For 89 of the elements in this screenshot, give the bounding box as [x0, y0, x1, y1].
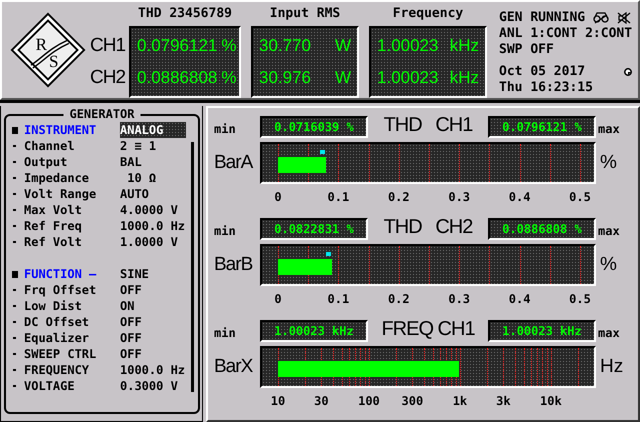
- tick-label: 0.4: [508, 190, 530, 204]
- max-readout: 0.0796121 %: [488, 116, 596, 138]
- tick-label: 0.2: [388, 292, 410, 306]
- time-text: Thu 16:23:15: [499, 80, 594, 96]
- parameter-value[interactable]: 1.0000 V: [120, 234, 182, 250]
- min-readout: 0.0822831 %: [260, 218, 368, 240]
- tick-label: 0.4: [508, 292, 530, 306]
- parameter-value[interactable]: OFF: [120, 330, 146, 346]
- readout-value: 30.770 W: [259, 35, 352, 57]
- status-text: ANL 1:CONT 2:CONT: [499, 26, 634, 42]
- bar-name: BarX: [214, 355, 254, 379]
- parameter-label: Ref Volt: [24, 234, 83, 250]
- parameter-label: Volt Range: [24, 186, 98, 202]
- min-readout: 0.0716039 %: [260, 116, 368, 138]
- date-text: Oct 05 2017: [499, 64, 586, 80]
- channel-label: CH1: [90, 34, 126, 58]
- readout-value: 30.976 W: [259, 67, 352, 89]
- parameter-label: Ref Freq: [24, 218, 83, 234]
- readout-value: 0.0886808 %: [137, 67, 234, 89]
- readout-value: 0.0796121 %: [137, 35, 234, 57]
- bar-name: BarA: [214, 151, 254, 175]
- tick-label: 0.5: [569, 292, 591, 306]
- parameter-label: Impedance: [24, 170, 90, 186]
- tick-label: 0: [274, 190, 282, 204]
- parameter-value[interactable]: 0.3000 V: [120, 378, 182, 394]
- readout-value: 1.00023 kHz: [377, 67, 480, 89]
- tick-label: 0.3: [448, 292, 470, 306]
- parameter-value[interactable]: ANALOG: [120, 122, 186, 138]
- readout-title: THD 23456789: [137, 5, 233, 23]
- parameter-label: INSTRUMENT: [24, 122, 98, 138]
- parameter-value[interactable]: BAL: [120, 154, 146, 170]
- parameter-label: Max Volt: [24, 202, 83, 218]
- parameter-value[interactable]: ON: [120, 298, 138, 314]
- tick-label: 30: [314, 394, 329, 408]
- parameter-label: Equalizer: [24, 330, 90, 346]
- unit-label: %: [599, 253, 618, 277]
- parameter-label: FUNCTION –: [24, 266, 98, 282]
- tick-label: 0.5: [569, 190, 591, 204]
- status-text: SWP OFF: [499, 42, 555, 58]
- max-label: max: [598, 224, 621, 240]
- meter-title: THD CH2: [384, 215, 472, 240]
- readout-title: Input RMS: [268, 5, 342, 23]
- parameter-value[interactable]: OFF: [120, 346, 146, 362]
- logo: R S: [10, 12, 86, 88]
- unit-label: Hz: [599, 355, 624, 379]
- parameter-label: DC Offset: [24, 314, 90, 330]
- readout-title: Frequency: [392, 5, 464, 23]
- tick-label: 100: [358, 394, 380, 408]
- status-text: GEN RUNNING: [499, 10, 586, 26]
- channel-label: CH2: [90, 66, 126, 90]
- max-label: max: [598, 326, 621, 342]
- tick-label: 300: [402, 394, 424, 408]
- parameter-label: Output: [24, 154, 68, 170]
- parameter-label: SWEEP CTRL: [24, 346, 98, 362]
- bar-name: BarB: [214, 253, 254, 277]
- tick-label: 0.3: [448, 190, 470, 204]
- max-readout: 0.0886808 %: [488, 218, 596, 240]
- parameter-value[interactable]: 4.0000 V: [120, 202, 182, 218]
- parameter-value[interactable]: 10 Ω: [120, 170, 160, 186]
- min-label: min: [214, 326, 237, 342]
- parameter-value[interactable]: OFF: [120, 314, 146, 330]
- tick-label: 0.2: [388, 190, 410, 204]
- min-label: min: [214, 122, 237, 138]
- max-readout: 1.00023 kHz: [488, 320, 596, 342]
- parameter-value[interactable]: OFF: [120, 282, 146, 298]
- min-label: min: [214, 224, 237, 240]
- parameter-value[interactable]: SINE: [120, 266, 153, 282]
- parameter-value[interactable]: 2 ≡ 1: [120, 138, 160, 154]
- tick-label: 10: [270, 394, 286, 408]
- parameter-value[interactable]: 1000.0 Hz: [120, 218, 190, 234]
- tick-label: 0.1: [328, 190, 350, 204]
- meter-title: THD CH1: [384, 113, 472, 138]
- readout-value: 1.00023 kHz: [377, 35, 480, 57]
- parameter-label: VOLTAGE: [24, 378, 76, 394]
- parameter-value[interactable]: AUTO: [120, 186, 153, 202]
- parameter-label: Channel: [24, 138, 76, 154]
- tick-label: 0: [274, 292, 282, 306]
- max-label: max: [598, 122, 621, 138]
- parameter-label: Frq Offset: [24, 282, 98, 298]
- parameter-label: FREQUENCY: [24, 362, 90, 378]
- tick-label: 10k: [540, 394, 562, 408]
- tick-label: 0.1: [328, 292, 350, 306]
- meter-title: FREQ CH1: [381, 317, 475, 342]
- tick-label: 1k: [452, 394, 468, 408]
- min-readout: 1.00023 kHz: [260, 320, 368, 342]
- parameter-value[interactable]: 1000.0 Hz: [120, 362, 190, 378]
- tick-label: 3k: [496, 394, 511, 408]
- unit-label: %: [599, 151, 618, 175]
- parameter-label: Low Dist: [24, 298, 83, 314]
